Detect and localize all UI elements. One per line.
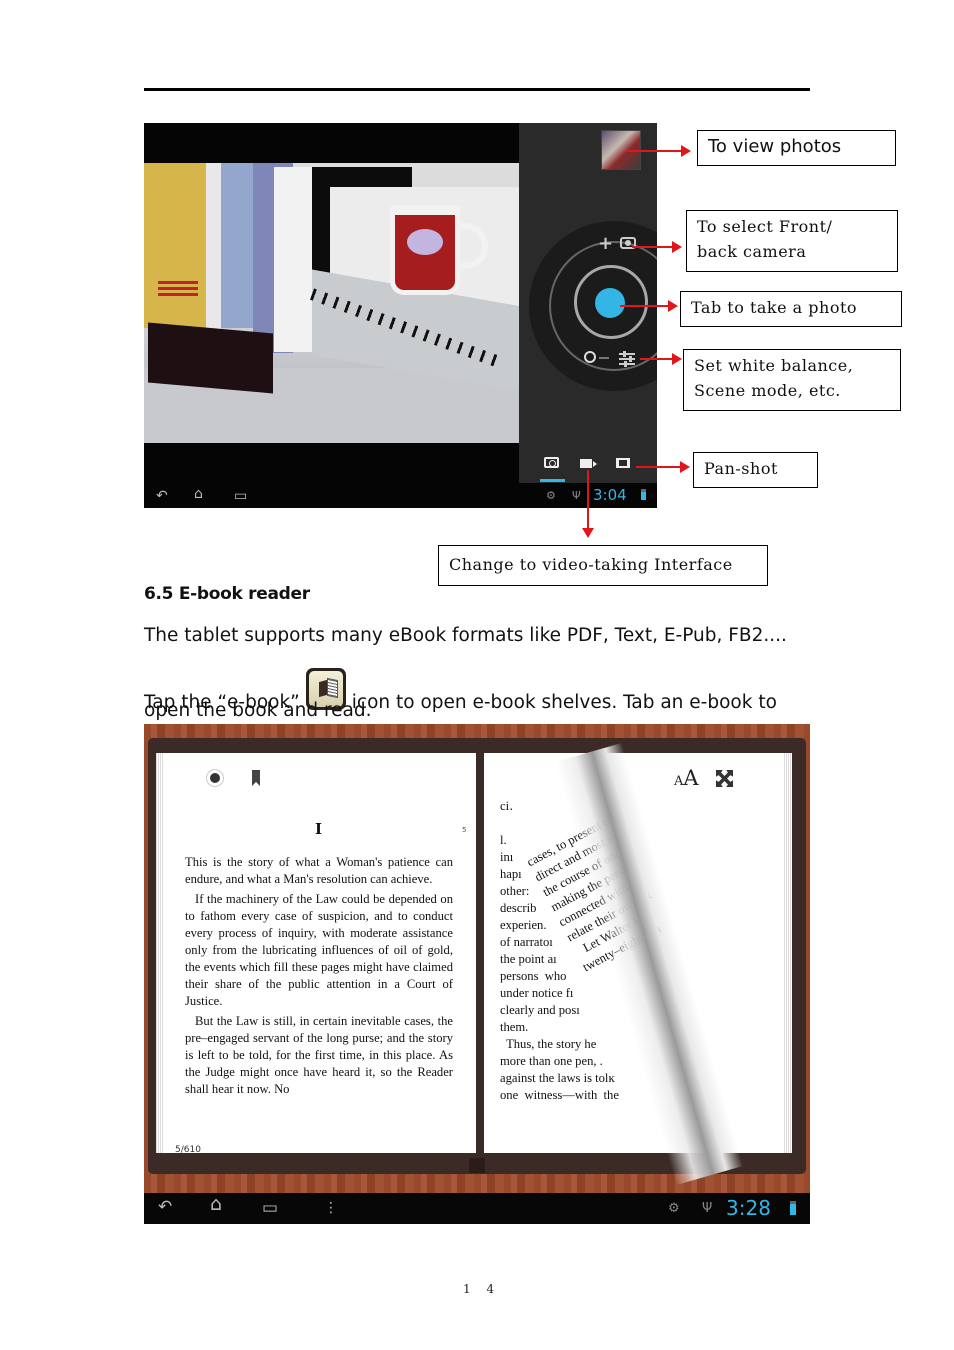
zoom-slider-handle[interactable] [584,351,596,363]
panorama-mode-icon[interactable] [616,458,630,468]
status-clock: 3:04 [593,486,627,504]
callout-switch-camera: To select Front/ back camera [686,210,898,272]
text-line: one witness—with the [500,1088,619,1102]
menu-icon[interactable]: ⋮ [324,1201,338,1215]
video-mode-icon[interactable] [580,459,597,468]
footer-page-number: 1 4 [463,1282,501,1296]
callout-settings: Set white balance, Scene mode, etc. [683,349,901,411]
paragraph: This is the story of what a Woman's pati… [185,855,453,886]
text-line: Thus, the story he [500,1037,597,1051]
arrow-video [582,470,594,538]
callout-text: To view photos [708,136,842,157]
arrow-take-photo [620,300,678,312]
header-rule [144,88,810,91]
active-mode-indicator [540,479,565,482]
section-title: 6.5 E-book reader [144,584,310,604]
zoom-out-icon[interactable] [599,357,609,359]
battery-icon [790,1201,796,1215]
text-line: more than one pen, . [500,1054,603,1068]
book-spine [469,1158,485,1173]
callout-text: Change to video-taking Interface [449,555,733,574]
chapter-heading: I [315,820,323,838]
ebook-reader-screenshot: AA I 5 This is the story of what a Woman… [144,724,810,1224]
left-page-text: This is the story of what a Woman's pati… [185,854,453,1101]
callout-take-photo: Tab to take a photo [680,291,902,327]
text-line: clearly and posı [500,1003,580,1017]
paragraph: But the Law is still, in certain inevita… [185,1014,453,1096]
camera-screenshot: + ↶ ⌂ ▭ ⚙ Ψ 3:04 [144,123,657,508]
battery-icon [641,489,646,500]
paragraph: If the machinery of the Law could be dep… [185,892,453,1008]
recent-apps-icon[interactable]: ▭ [262,1200,278,1217]
callout-text: Scene mode, etc. [694,381,841,400]
brightness-icon[interactable] [210,773,220,783]
font-size-small: A [674,774,684,789]
callout-text: To select Front/ [697,217,833,236]
callout-text: Set white balance, [694,356,854,375]
mug-photo-subject [390,205,460,295]
system-bar: ↶ ⌂ ▭ ⚙ Ψ 3:04 [144,483,657,508]
font-size-big: A [683,766,699,790]
page-marker: 5 [462,826,467,834]
callout-text: back camera [697,242,807,261]
home-icon[interactable]: ⌂ [210,1195,222,1214]
callout-pan-shot: Pan-shot [693,452,818,488]
camera-settings-icon[interactable] [619,351,635,367]
zoom-in-icon[interactable]: + [598,233,613,254]
arrow-settings [640,353,682,365]
font-size-icon[interactable]: AA [674,766,699,790]
camera-viewfinder[interactable] [144,163,519,443]
android-debug-icon: ⚙ [546,489,556,502]
callout-text: Tab to take a photo [691,298,858,317]
callout-video: Change to video-taking Interface [438,545,768,586]
arrow-view-photos [627,145,691,157]
back-icon[interactable]: ↶ [156,489,168,503]
text-line: against the laws is tolĸ [500,1071,615,1085]
status-clock: 3:28 [726,1196,771,1220]
instructions-text: icon to open e-book shelves. Tab an e-bo… [351,692,777,713]
formats-paragraph: The tablet supports many eBook formats l… [144,625,787,646]
page-counter: 5/610 [175,1145,201,1155]
system-bar: ↶ ⌂ ▭ ⋮ ⚙ Ψ 3:28 [144,1193,810,1224]
arrow-pan-shot [636,461,690,473]
recent-apps-icon[interactable]: ▭ [234,489,247,503]
instructions-paragraph-line2: open the book and read. [144,700,372,721]
arrow-switch-camera [632,241,682,253]
photo-mode-icon[interactable] [544,457,559,468]
usb-icon: Ψ [702,1201,713,1216]
android-debug-icon: ⚙ [668,1201,680,1216]
text-line: them. [500,1020,529,1034]
shutter-button[interactable] [595,288,625,318]
callout-text: Pan-shot [704,459,778,478]
back-icon[interactable]: ↶ [158,1199,172,1216]
usb-icon: Ψ [572,489,581,502]
callout-view-photos: To view photos [697,130,896,166]
home-icon[interactable]: ⌂ [194,487,203,501]
